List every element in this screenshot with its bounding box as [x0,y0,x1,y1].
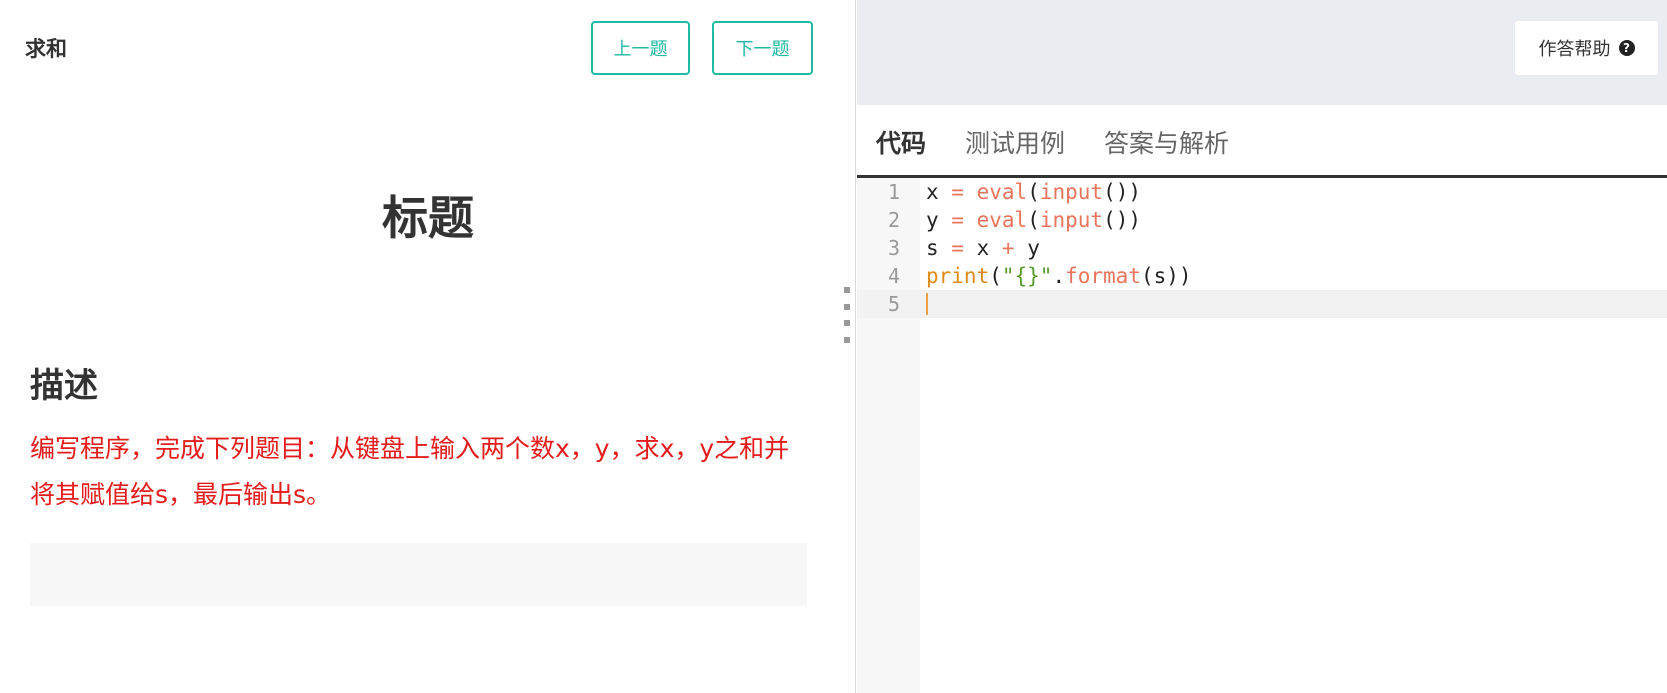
code-editor[interactable]: 1 x = eval(input()) 2 y = eval(input()) … [857,178,1667,693]
app-root: 求和 上一题 下一题 标题 描述 编写程序，完成下列题目：从键盘上输入两个数x，… [0,0,1667,693]
code-line[interactable]: 2 y = eval(input()) [857,206,1667,234]
code-text: y = eval(input()) [926,208,1141,232]
line-number: 2 [887,208,900,232]
description-text: 编写程序，完成下列题目：从键盘上输入两个数x，y，求x，y之和并将其赋值给s，最… [30,434,790,509]
sample-box [30,543,807,606]
editor-tabs: 代码 测试用例 答案与解析 [857,105,1667,181]
grip-dot [844,336,850,343]
grip-dot [844,287,850,293]
tab-code[interactable]: 代码 [857,105,946,181]
problem-panel: 求和 上一题 下一题 标题 描述 编写程序，完成下列题目：从键盘上输入两个数x，… [0,0,856,693]
code-line[interactable]: 4 print("{}".format(s)) [857,262,1667,290]
editor-panel: 作答帮助 ? 代码 测试用例 答案与解析 1 x = eval(input())… [857,0,1667,693]
code-text: print("{}".format(s)) [926,264,1192,288]
code-line[interactable]: 3 s = x + y [857,234,1667,262]
code-line-current[interactable]: 5 [857,290,1667,318]
problem-name: 求和 [25,37,67,61]
text-cursor [926,293,928,315]
problem-title: 标题 [382,191,474,245]
code-text: x = eval(input()) [926,180,1141,204]
grip-dot [844,320,850,327]
tab-test-cases[interactable]: 测试用例 [965,105,1065,178]
code-text: s = x + y [926,236,1040,260]
line-number: 4 [887,264,900,288]
question-circle-icon: ? [1618,40,1635,56]
line-number: 1 [887,180,900,204]
next-question-button[interactable]: 下一题 [712,21,813,75]
grip-dot [844,303,850,310]
editor-topbar: 作答帮助 ? [857,0,1667,105]
line-number: 5 [887,292,900,316]
answer-help-label: 作答帮助 [1538,39,1611,60]
panel-resize-handle[interactable] [843,287,851,343]
tab-answer-analysis[interactable]: 答案与解析 [1104,105,1229,178]
previous-question-button[interactable]: 上一题 [591,21,690,75]
answer-help-button[interactable]: 作答帮助 ? [1515,21,1658,75]
code-line[interactable]: 1 x = eval(input()) [857,178,1667,206]
line-number: 3 [887,236,900,260]
description-heading: 描述 [30,366,98,406]
